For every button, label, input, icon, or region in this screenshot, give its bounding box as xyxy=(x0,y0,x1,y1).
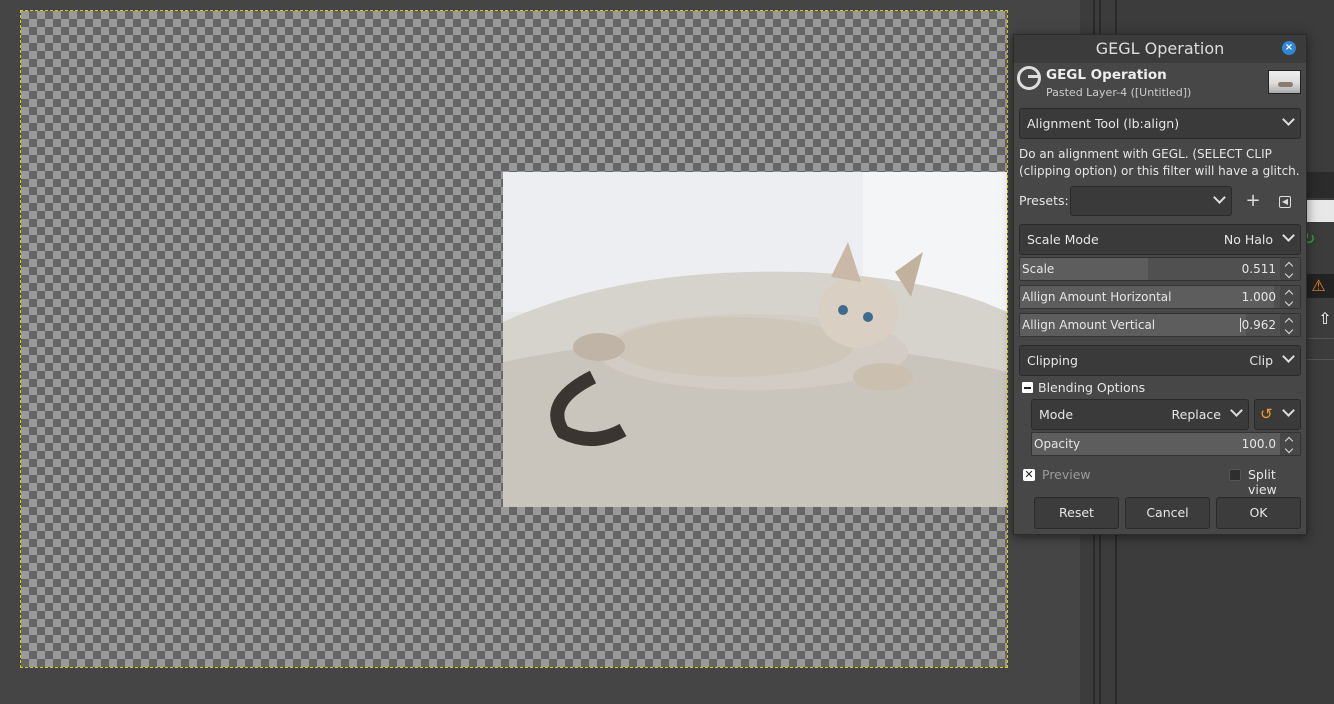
arrow-up-icon[interactable]: ⇧ xyxy=(1316,309,1334,331)
opacity-label: Opacity xyxy=(1034,437,1081,451)
opacity-spin[interactable]: Opacity 100.0 xyxy=(1031,432,1301,456)
header-title: GEGL Operation xyxy=(1046,67,1167,83)
allign-vertical-label: Allign Amount Vertical xyxy=(1022,318,1156,332)
scale-mode-select[interactable]: Scale Mode No Halo xyxy=(1019,224,1301,255)
operation-description: Do an alignment with GEGL. (SELECT CLIP … xyxy=(1019,147,1300,178)
scale-mode-value: No Halo xyxy=(1223,232,1273,247)
warning-icon[interactable]: ⚠ xyxy=(1303,274,1334,298)
ok-button[interactable]: OK xyxy=(1216,497,1301,529)
allign-vertical-spin[interactable]: Allign Amount Vertical 0.962 xyxy=(1019,313,1301,337)
chevron-down-icon xyxy=(1213,192,1225,204)
clipping-label: Clipping xyxy=(1027,353,1078,368)
mode-label: Mode xyxy=(1039,407,1074,422)
gegl-operation-dialog: GEGL Operation × GEGL Operation Pasted L… xyxy=(1013,34,1307,535)
undo-icon: ↺ xyxy=(1260,405,1273,423)
layer-boundary xyxy=(20,10,1008,668)
cancel-button[interactable]: Cancel xyxy=(1125,497,1210,529)
header-subtitle: Pasted Layer-4 ([Untitled]) xyxy=(1046,86,1192,99)
spin-arrows[interactable] xyxy=(1280,258,1300,280)
split-view-label[interactable]: Split view xyxy=(1248,467,1306,497)
cat-illustration xyxy=(503,172,1007,507)
reset-button[interactable]: Reset xyxy=(1034,497,1119,529)
spin-arrows[interactable] xyxy=(1280,314,1300,336)
scale-label: Scale xyxy=(1022,262,1055,276)
chevron-down-icon xyxy=(1230,405,1242,417)
close-icon[interactable]: × xyxy=(1282,41,1296,55)
plus-icon[interactable]: + xyxy=(1242,190,1264,212)
scale-mode-label: Scale Mode xyxy=(1027,232,1099,247)
scale-value: 0.511 xyxy=(1241,262,1276,276)
operation-select[interactable]: Alignment Tool (lb:align) xyxy=(1019,108,1301,139)
preview-checkbox[interactable]: ✕ xyxy=(1023,469,1035,481)
blending-options-label[interactable]: Blending Options xyxy=(1038,380,1145,395)
dialog-title: GEGL Operation xyxy=(1095,39,1225,58)
dialog-titlebar[interactable]: GEGL Operation × xyxy=(1014,35,1306,63)
split-view-checkbox[interactable] xyxy=(1229,469,1241,481)
operation-select-value: Alignment Tool (lb:align) xyxy=(1027,116,1180,131)
presets-label: Presets: xyxy=(1019,193,1069,208)
spin-arrows[interactable] xyxy=(1280,433,1300,455)
image-canvas[interactable] xyxy=(0,0,1080,704)
chevron-down-icon xyxy=(1282,114,1294,126)
cat-photo xyxy=(503,172,1007,507)
opacity-value: 100.0 xyxy=(1241,437,1276,451)
collapse-icon[interactable] xyxy=(1022,382,1033,393)
spin-arrows[interactable] xyxy=(1280,286,1300,308)
allign-vertical-value: 0.962 xyxy=(1239,318,1276,332)
presets-select[interactable] xyxy=(1070,186,1232,216)
chevron-down-icon xyxy=(1282,230,1294,242)
preview-label[interactable]: Preview xyxy=(1042,467,1091,482)
mode-select[interactable]: Mode Replace xyxy=(1031,399,1249,430)
allign-horizontal-spin[interactable]: Allign Amount Horizontal 1.000 xyxy=(1019,285,1301,309)
allign-horizontal-value: 1.000 xyxy=(1241,290,1276,304)
clipping-value: Clip xyxy=(1249,353,1273,368)
chevron-down-icon xyxy=(1282,351,1294,363)
scale-spin[interactable]: Scale 0.511 xyxy=(1019,257,1301,281)
chevron-down-icon xyxy=(1282,405,1294,417)
dialog-header: GEGL Operation Pasted Layer-4 ([Untitled… xyxy=(1014,63,1306,103)
menu-arrow-icon[interactable]: ◀ xyxy=(1274,190,1296,212)
mode-value: Replace xyxy=(1171,407,1221,422)
gegl-logo-icon xyxy=(1017,66,1041,90)
layer-thumbnail xyxy=(1268,70,1301,94)
allign-horizontal-label: Allign Amount Horizontal xyxy=(1022,290,1172,304)
clipping-select[interactable]: Clipping Clip xyxy=(1019,345,1301,376)
composite-mode-select[interactable]: ↺ xyxy=(1254,399,1301,430)
